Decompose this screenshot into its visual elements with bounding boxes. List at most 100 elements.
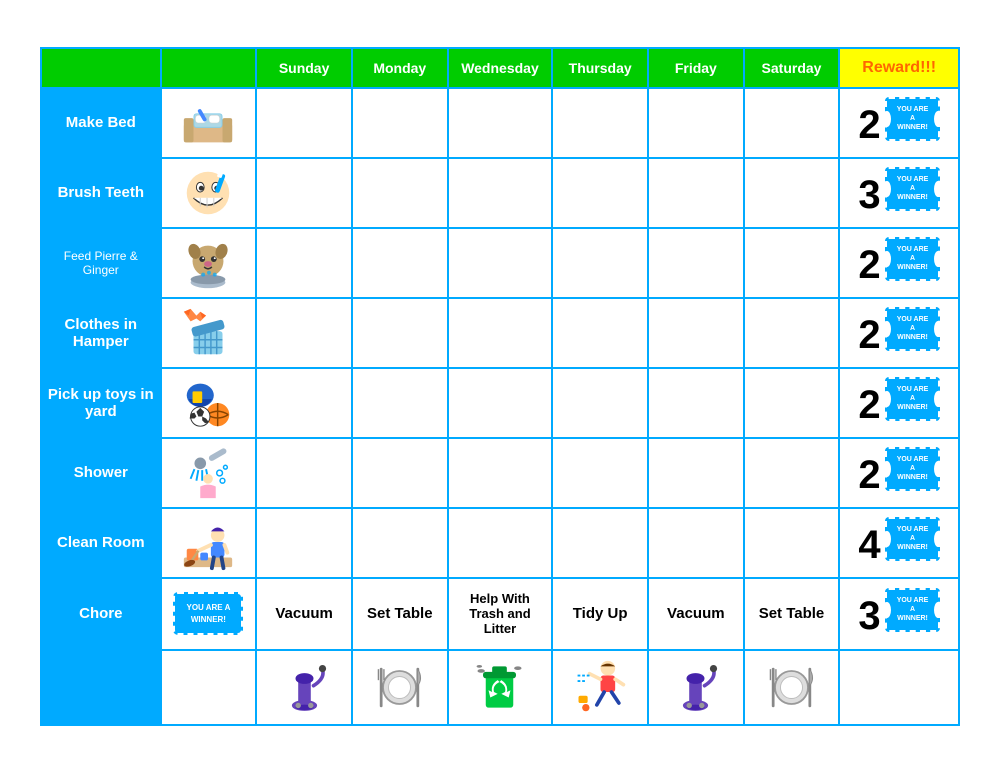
set-table-icon-2 <box>764 660 819 715</box>
table-row: Brush Teeth <box>41 158 959 228</box>
day-cell <box>448 228 553 298</box>
icon-cell-shower <box>161 438 257 508</box>
chore-saturday: Set Table <box>744 578 840 650</box>
day-cell <box>352 438 448 508</box>
table-row: Feed Pierre & Ginger <box>41 228 959 298</box>
day-cell <box>552 508 648 578</box>
winner-ticket-large: YOU ARE A WINNER! <box>173 592 243 634</box>
vacuum-icon <box>282 660 327 715</box>
icon-cell-feed-pets <box>161 228 257 298</box>
tidy-icon <box>573 657 628 717</box>
reward-number: 2 <box>858 103 880 148</box>
icon-cell-clean-room <box>161 508 257 578</box>
table-row: Pick up toys in yard <box>41 368 959 438</box>
table-row: Clothes in Hamper <box>41 298 959 368</box>
icon-cell-make-bed <box>161 88 257 158</box>
icon-tidy-thursday <box>552 650 648 725</box>
reward-number: 2 <box>858 453 880 498</box>
reward-number: 4 <box>858 523 880 568</box>
day-cell <box>256 158 352 228</box>
day-cell <box>256 298 352 368</box>
reward-number: 2 <box>858 243 880 288</box>
toys-icon <box>178 373 238 433</box>
reward-cell-make-bed: 2 YOU ARE A WINNER! <box>839 88 959 158</box>
pet-icon <box>178 233 238 293</box>
winner-text: YOU ARE A WINNER! <box>186 603 230 623</box>
chore-label-clean-room: Clean Room <box>41 508 161 578</box>
set-table-icon <box>372 660 427 715</box>
icon-row <box>41 650 959 725</box>
day-cell <box>552 298 648 368</box>
header-row: Sunday Monday Wednesday Thursday Friday … <box>41 48 959 88</box>
header-friday: Friday <box>648 48 744 88</box>
day-cell <box>744 158 840 228</box>
day-cell <box>648 88 744 158</box>
icon-trash-wednesday <box>448 650 553 725</box>
reward-cell-clean-room: 4 YOU ARE A WINNER! <box>839 508 959 578</box>
chore-wednesday: Help With Trash and Litter <box>448 578 553 650</box>
chore-thursday: Tidy Up <box>552 578 648 650</box>
header-thursday: Thursday <box>552 48 648 88</box>
icon-cell-clothes-hamper <box>161 298 257 368</box>
icon-row-reward <box>839 650 959 725</box>
chore-label-make-bed: Make Bed <box>41 88 161 158</box>
day-cell <box>552 158 648 228</box>
table-row: Chore YOU ARE A WINNER! Vacuum Set Table… <box>41 578 959 650</box>
day-cell <box>352 88 448 158</box>
day-cell <box>744 438 840 508</box>
winner-ticket-icon: YOU ARE A WINNER! <box>885 97 940 140</box>
winner-ticket-icon: YOU ARE A WINNER! <box>885 167 940 210</box>
day-cell <box>648 438 744 508</box>
chore-friday: Vacuum <box>648 578 744 650</box>
icon-cell-pick-up-toys <box>161 368 257 438</box>
icon-row-col2 <box>161 650 257 725</box>
winner-ticket-icon: YOU ARE A WINNER! <box>885 447 940 490</box>
day-cell <box>552 368 648 438</box>
header-col2 <box>161 48 257 88</box>
day-cell <box>744 228 840 298</box>
vacuum-icon-2 <box>673 660 718 715</box>
reward-number: 3 <box>858 594 880 639</box>
winner-ticket-icon: YOU ARE A WINNER! <box>885 237 940 280</box>
day-cell <box>552 438 648 508</box>
icon-set-table-saturday <box>744 650 840 725</box>
day-cell <box>352 298 448 368</box>
hamper-icon <box>178 303 238 363</box>
chore-label-chore: Chore <box>41 578 161 650</box>
day-cell <box>648 508 744 578</box>
shower-icon <box>178 443 238 503</box>
bed-icon <box>178 93 238 153</box>
winner-ticket-icon: YOU ARE A WINNER! <box>885 588 940 631</box>
trash-icon <box>472 657 527 717</box>
table-row: Make Bed <box>41 88 959 158</box>
icon-cell-brush-teeth <box>161 158 257 228</box>
day-cell <box>352 508 448 578</box>
day-cell <box>744 368 840 438</box>
day-cell <box>648 158 744 228</box>
day-cell <box>648 368 744 438</box>
reward-number: 2 <box>858 383 880 428</box>
chore-label-clothes-hamper: Clothes in Hamper <box>41 298 161 368</box>
header-wednesday: Wednesday <box>448 48 553 88</box>
day-cell <box>256 88 352 158</box>
reward-cell-feed-pets: 2 YOU ARE A WINNER! <box>839 228 959 298</box>
room-icon <box>178 513 238 573</box>
day-cell <box>744 88 840 158</box>
header-saturday: Saturday <box>744 48 840 88</box>
day-cell <box>552 228 648 298</box>
day-cell <box>256 368 352 438</box>
winner-ticket-icon: YOU ARE A WINNER! <box>885 377 940 420</box>
icon-set-table-monday <box>352 650 448 725</box>
reward-number: 3 <box>858 173 880 218</box>
day-cell <box>352 368 448 438</box>
day-cell <box>744 298 840 368</box>
table-row: Shower <box>41 438 959 508</box>
day-cell <box>352 228 448 298</box>
day-cell <box>448 298 553 368</box>
day-cell <box>648 228 744 298</box>
day-cell <box>256 438 352 508</box>
day-cell <box>448 88 553 158</box>
chore-label-pick-up-toys: Pick up toys in yard <box>41 368 161 438</box>
day-cell <box>448 508 553 578</box>
chore-label-brush-teeth: Brush Teeth <box>41 158 161 228</box>
